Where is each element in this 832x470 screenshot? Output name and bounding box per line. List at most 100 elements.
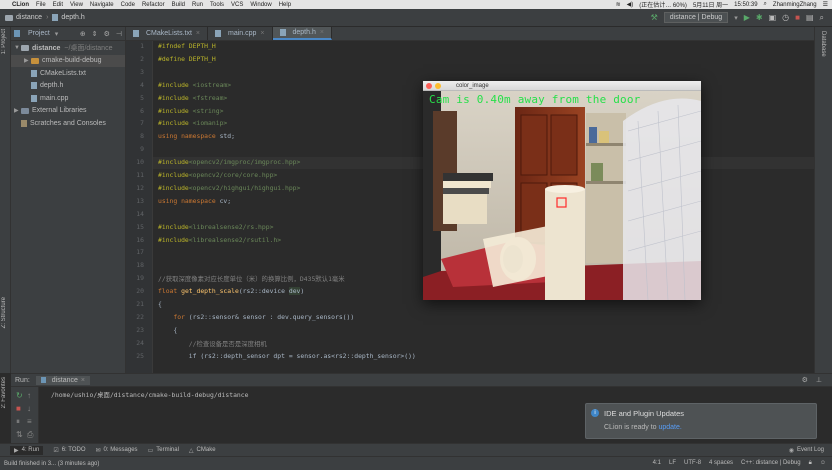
tree-item[interactable]: Scratches and Consoles — [11, 117, 125, 130]
menu-item-window[interactable]: Window — [250, 2, 271, 8]
tree-item[interactable]: ▼ distance ~/桌面/distance — [11, 42, 125, 55]
menu-list-icon[interactable]: ☰ — [823, 1, 828, 8]
run-tab-distance[interactable]: distance × — [35, 375, 90, 385]
code-line[interactable]: #include <string> — [158, 107, 223, 115]
tree-item[interactable]: CMakeLists.txt — [11, 67, 125, 80]
hide-panel-icon[interactable]: ⊣ — [116, 30, 122, 38]
menu-item-navigate[interactable]: Navigate — [90, 2, 114, 8]
print-icon[interactable]: ⎙ — [27, 430, 33, 440]
menu-item-file[interactable]: File — [36, 2, 46, 8]
code-line[interactable]: #ifndef DEPTH_H — [158, 42, 216, 50]
close-icon[interactable]: × — [260, 30, 264, 37]
debug-icon[interactable]: ✱ — [756, 13, 763, 22]
resolve-context[interactable]: C++: distance | Debug — [741, 460, 801, 467]
update-link[interactable]: update. — [658, 424, 681, 431]
menu-item-help[interactable]: Help — [279, 2, 291, 8]
bottom-tab-0-messages[interactable]: ✉ 0: Messages — [96, 446, 138, 455]
menu-item-run[interactable]: Run — [192, 2, 203, 8]
code-line[interactable]: #include<opencv2/core/core.hpp> — [158, 171, 277, 179]
rerun-icon[interactable]: ↻ — [16, 391, 23, 400]
dropdown-chevron-icon[interactable]: ▾ — [734, 14, 738, 22]
indent-setting[interactable]: 4 spaces — [709, 460, 733, 467]
search-icon[interactable]: ⌕ — [764, 1, 767, 8]
image-window-titlebar[interactable]: color_image — [423, 81, 701, 91]
database-tool-tab[interactable]: Database — [820, 31, 826, 57]
close-icon[interactable]: × — [320, 29, 324, 36]
code-line[interactable]: #include<librealsense2/rsutil.h> — [158, 236, 281, 244]
tree-item[interactable]: depth.h — [11, 80, 125, 93]
chevron-down-icon[interactable]: ▼ — [14, 45, 21, 51]
menu-item-edit[interactable]: Edit — [53, 2, 63, 8]
lock-icon[interactable]: 🔒︎ — [809, 460, 812, 467]
code-line[interactable]: using namespace cv; — [158, 197, 231, 205]
scroll-down-icon[interactable]: ↓ — [27, 404, 31, 413]
code-line[interactable]: float get_depth_scale(rs2::device dev) — [158, 287, 304, 296]
caret-position[interactable]: 4:1 — [653, 460, 661, 467]
close-icon[interactable]: × — [81, 377, 85, 384]
code-line[interactable]: //获取深度像素对应长度单位（米）的换算比例，D435默认1毫米 — [158, 274, 345, 283]
code-line[interactable]: #include <fstream> — [158, 94, 227, 102]
hide-panel-icon[interactable]: ⊥ — [816, 376, 822, 384]
close-icon[interactable] — [426, 82, 432, 89]
menu-item-vcs[interactable]: VCS — [231, 2, 243, 8]
breadcrumb-project[interactable]: distance — [16, 14, 42, 21]
menu-item-build[interactable]: Build — [172, 2, 185, 8]
profile-icon[interactable]: ◷ — [782, 13, 789, 22]
menu-item-refactor[interactable]: Refactor — [142, 2, 165, 8]
project-tool-tab[interactable]: 1: Project — [1, 29, 7, 54]
scroll-up-icon[interactable]: ↑ — [27, 391, 31, 400]
minimize-icon[interactable] — [435, 82, 441, 89]
tree-item[interactable]: ▶ cmake-build-debug — [11, 54, 125, 67]
line-separator[interactable]: LF — [669, 460, 676, 467]
code-line[interactable]: { — [158, 300, 162, 308]
update-notification[interactable]: i IDE and Plugin Updates CLion is ready … — [585, 403, 817, 439]
project-structure-icon[interactable]: ▤ — [806, 13, 814, 22]
code-line[interactable]: #include<librealsense2/rs.hpp> — [158, 223, 273, 231]
code-line[interactable]: #define DEPTH_H — [158, 55, 216, 63]
wifi-icon[interactable]: ≋ — [616, 1, 621, 8]
locate-target-icon[interactable]: ⊕ — [80, 30, 86, 38]
file-encoding[interactable]: UTF-8 — [684, 460, 701, 467]
search-everywhere-icon[interactable]: ⌕ — [820, 13, 824, 23]
collapse-all-icon[interactable]: ⇕ — [92, 30, 98, 38]
chevron-right-icon[interactable]: ▶ — [14, 107, 21, 114]
stop-icon[interactable]: ■ — [795, 13, 800, 22]
tree-item[interactable]: ▶ External Libraries — [11, 105, 125, 118]
editor-tab-depth-h[interactable]: depth.h × — [272, 27, 332, 40]
bottom-tab-6-todo[interactable]: ☑ 6: TODO — [53, 446, 85, 455]
code-line[interactable]: { — [158, 326, 177, 334]
bottom-tab-cmake[interactable]: △ CMake — [189, 446, 216, 455]
inspector-icon[interactable]: ☺︎ — [820, 460, 826, 467]
structure-tool-tab[interactable]: Z: Structure — [1, 297, 7, 328]
gear-icon[interactable]: ⚙ — [104, 30, 110, 38]
editor-tab-main-cpp[interactable]: main.cpp × — [208, 27, 273, 40]
status-message[interactable]: Build finished in 3... (3 minutes ago) — [4, 461, 99, 467]
bottom-tab-4-run[interactable]: ▶ 4: Run — [10, 445, 44, 455]
menu-item-clion[interactable]: CLion — [12, 2, 29, 8]
gear-icon[interactable]: ⚙ — [802, 376, 808, 384]
coverage-icon[interactable]: ▣ — [769, 13, 777, 22]
code-line[interactable]: #include <iostream> — [158, 81, 231, 89]
run-output[interactable]: /home/ushio/桌面/distance/cmake-build-debu… — [51, 390, 248, 399]
bottom-tab-terminal[interactable]: ▭ Terminal — [148, 446, 179, 455]
chevron-right-icon[interactable]: ▶ — [24, 57, 31, 64]
project-view-selector[interactable]: Project — [28, 30, 50, 37]
event-log-tab[interactable]: ◉ Event Log — [789, 447, 824, 454]
breadcrumb-file[interactable]: depth.h — [61, 14, 84, 21]
run-config-selector[interactable]: distance | Debug — [663, 12, 729, 23]
code-line[interactable]: //检查设备是否是深度相机 — [158, 339, 267, 348]
run-icon[interactable]: ▶ — [744, 13, 750, 22]
dropdown-chevron-icon[interactable]: ▾ — [55, 30, 59, 38]
volume-icon[interactable]: ◀) — [627, 1, 634, 8]
code-line[interactable]: for (rs2::sensor& sensor : dev.query_sen… — [158, 313, 354, 321]
code-line[interactable]: if (rs2::depth_sensor dpt = sensor.as<rs… — [158, 352, 416, 360]
close-icon[interactable]: × — [196, 30, 200, 37]
tree-item[interactable]: main.cpp — [11, 92, 125, 105]
stop-icon[interactable]: ■ — [16, 404, 21, 413]
menu-item-view[interactable]: View — [70, 2, 83, 8]
build-hammer-icon[interactable]: ⚒ — [651, 13, 658, 22]
user-name[interactable]: ZhanmingZhang — [773, 2, 817, 8]
pause-icon[interactable]: ⏸ — [16, 417, 20, 427]
code-line[interactable]: #include <iomanip> — [158, 119, 227, 127]
restore-layout-icon[interactable]: ⇅ — [16, 430, 23, 439]
